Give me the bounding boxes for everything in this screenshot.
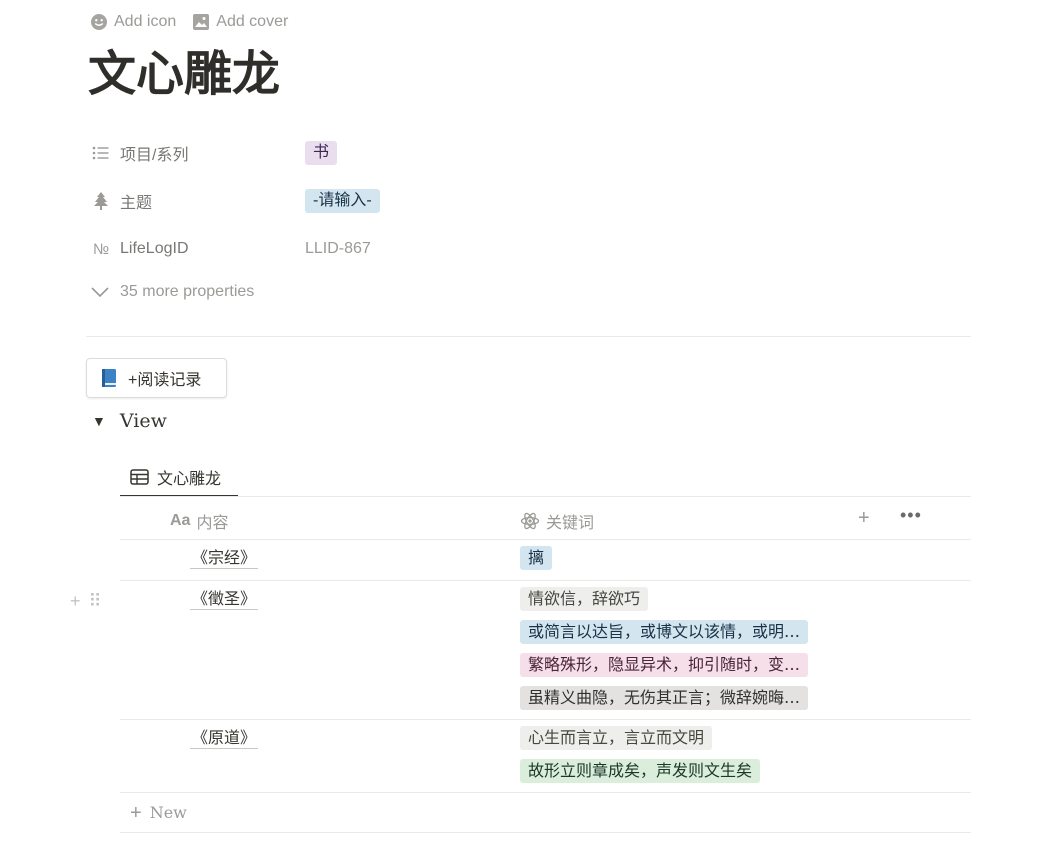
column-more-button[interactable]: ••• [900,505,922,526]
new-row-label: New [149,803,187,822]
drag-handle-icon[interactable]: ⠿ [89,591,102,612]
property-name: 主题 [90,189,305,213]
row-handles: + ⠿ [70,591,102,612]
new-row-button[interactable]: + New [120,793,971,833]
property-name: 项目/系列 [90,141,305,165]
keyword-tag: 繁略殊形，隐显异术，抑引随时，变… [520,653,809,677]
series-tag[interactable]: 书 [305,141,338,165]
image-icon [193,14,210,30]
numero-icon: № [92,240,110,258]
plus-icon: + [130,801,142,824]
add-column-button[interactable]: + [858,507,870,530]
row-keywords[interactable]: 心生而言立，言立而文明 故形立则章成矣，声发则文生矣 [520,726,761,783]
smiley-icon [91,14,107,30]
table-row[interactable]: 《原道》 心生而言立，言立而文明 故形立则章成矣，声发则文生矣 [120,720,971,793]
table-icon [130,468,149,485]
lifelogid-value: LLID-867 [305,240,371,257]
tab-database-view[interactable]: 文心雕龙 [120,458,238,497]
text-type-icon: Aa [170,512,191,529]
table-row[interactable]: + ⠿ 《徵圣》 情欲信，辞欲巧 或简言以达旨，或博文以该情，或明… 繁略殊形，… [70,581,971,720]
chevron-down-icon [91,287,109,298]
table-row[interactable]: 《宗经》 摛 [120,540,971,581]
row-keywords[interactable]: 情欲信，辞欲巧 或简言以达旨，或博文以该情，或明… 繁略殊形，隐显异术，抑引随时… [520,587,809,710]
property-row-topic[interactable]: 主题 -请输入- [90,186,380,216]
more-properties-toggle[interactable]: 35 more properties [90,283,254,301]
keyword-tag: 故形立则章成矣，声发则文生矣 [520,759,761,783]
topic-tag[interactable]: -请输入- [305,189,380,213]
view-toggle[interactable]: ▼ View [92,410,167,432]
list-icon [90,145,112,161]
more-properties-label: 35 more properties [120,283,255,300]
property-row-lifelogid[interactable]: № LifeLogID LLID-867 [90,234,371,264]
properties-divider [86,336,971,337]
triangle-down-icon: ▼ [92,413,106,429]
property-name: № LifeLogID [90,240,305,258]
add-icon-label: Add icon [114,13,177,30]
add-row-icon[interactable]: + [70,591,81,612]
row-keywords[interactable]: 摛 [520,546,553,570]
keyword-tag: 情欲信，辞欲巧 [520,587,649,611]
row-title[interactable]: 《宗经》 [190,548,259,569]
database-table: Aa 内容 关键词 + ••• 《宗经》 摛 + ⠿ 《徵圣》 情欲信，辞欲巧 … [70,497,971,833]
add-cover-button[interactable]: Add cover [192,10,288,34]
blue-book-icon [102,369,116,387]
tab-database-label: 文心雕龙 [157,470,222,488]
tree-icon [90,192,112,210]
add-reading-record-label: +阅读记录 [128,372,202,389]
row-title[interactable]: 《徵圣》 [190,589,259,610]
plus-icon: + [858,507,870,529]
property-row-series[interactable]: 项目/系列 书 [90,138,338,168]
page-top-actions: Add icon Add cover [90,10,288,34]
more-horizontal-icon: ••• [900,505,922,525]
view-toggle-label: View [119,410,167,432]
keyword-tag: 心生而言立，言立而文明 [520,726,713,750]
row-title[interactable]: 《原道》 [190,728,259,749]
page-title[interactable]: 文心雕龙 [88,44,280,104]
atom-icon [520,512,540,530]
add-cover-label: Add cover [216,13,289,30]
table-header: Aa 内容 关键词 + ••• [120,497,971,540]
add-icon-button[interactable]: Add icon [90,10,176,34]
column-header-content[interactable]: Aa 内容 [170,509,228,533]
column-header-keywords[interactable]: 关键词 [520,509,594,533]
keyword-tag: 虽精义曲隐，无伤其正言；微辞婉晦… [520,686,809,710]
keyword-tag: 摛 [520,546,553,570]
add-reading-record-button[interactable]: +阅读记录 [86,358,227,398]
keyword-tag: 或简言以达旨，或博文以该情，或明… [520,620,809,644]
